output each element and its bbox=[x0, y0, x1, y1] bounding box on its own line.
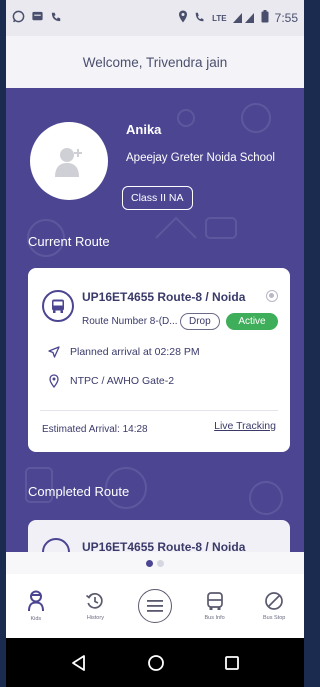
bottom-navigation: Kids History Bus Info Bus Stop bbox=[6, 574, 304, 638]
status-bar: LTE 7:55 bbox=[6, 0, 304, 36]
system-navigation-bar bbox=[6, 638, 304, 687]
clock: 7:55 bbox=[274, 11, 298, 25]
recents-icon[interactable] bbox=[224, 655, 240, 671]
signal-icon bbox=[232, 11, 255, 26]
page-dot-active[interactable] bbox=[146, 559, 153, 567]
nav-kids[interactable]: Kids bbox=[7, 574, 65, 638]
nav-label: Kids bbox=[30, 616, 42, 622]
status-badge: Active bbox=[226, 313, 278, 330]
class-badge[interactable]: Class II NA bbox=[122, 186, 193, 210]
stop-row: NTPC / AWHO Gate-2 bbox=[48, 374, 174, 388]
stop-name: NTPC / AWHO Gate-2 bbox=[70, 375, 175, 387]
planned-arrival-row: Planned arrival at 02:28 PM bbox=[48, 346, 200, 358]
menu-icon bbox=[137, 589, 172, 623]
student-name: Anika bbox=[126, 122, 162, 137]
history-icon bbox=[86, 593, 104, 609]
current-route-title: Current Route bbox=[28, 234, 110, 249]
page-indicator bbox=[6, 552, 304, 574]
volte-icon bbox=[194, 11, 206, 26]
nav-label: History bbox=[86, 615, 104, 621]
planned-arrival: Planned arrival at 02:28 PM bbox=[70, 346, 200, 358]
add-user-icon bbox=[55, 148, 82, 177]
nav-bus-info[interactable]: Bus Info bbox=[186, 574, 244, 638]
route-title: UP16ET4655 Route-8 / Noida bbox=[82, 290, 246, 304]
location-icon bbox=[178, 10, 188, 26]
location-pin-icon bbox=[49, 374, 59, 388]
bus-icon bbox=[42, 290, 74, 322]
radio-icon[interactable] bbox=[266, 290, 278, 302]
current-route-card[interactable]: UP16ET4655 Route-8 / Noida Route Number … bbox=[28, 268, 290, 452]
nav-bus-stop[interactable]: Bus Stop bbox=[245, 574, 303, 638]
school-name: Apeejay Greter Noida School bbox=[126, 152, 275, 164]
network-type: LTE bbox=[212, 13, 227, 23]
home-icon[interactable] bbox=[147, 654, 165, 672]
whatsapp-icon bbox=[12, 10, 25, 26]
navigation-icon bbox=[48, 346, 60, 358]
bus-icon bbox=[42, 538, 70, 552]
message-icon bbox=[31, 10, 44, 26]
route-number: Route Number 8-(D... bbox=[82, 316, 178, 327]
block-icon bbox=[265, 592, 284, 610]
completed-route-name: UP16ET4655 Route-8 / Noida bbox=[82, 540, 246, 552]
live-tracking-link[interactable]: Live Tracking bbox=[214, 420, 276, 432]
trip-type-badge: Drop bbox=[180, 313, 220, 330]
welcome-text: Welcome, Trivendra jain bbox=[82, 54, 228, 70]
nav-label: Bus Stop bbox=[263, 615, 286, 621]
completed-route-card[interactable]: UP16ET4655 Route-8 / Noida bbox=[28, 520, 290, 552]
app-screen: LTE 7:55 Welcome, Trivendra jain Anika A… bbox=[6, 0, 304, 687]
nav-history[interactable]: History bbox=[66, 574, 124, 638]
main-content[interactable]: Anika Apeejay Greter Noida School Class … bbox=[6, 88, 304, 552]
missed-call-icon bbox=[50, 10, 63, 26]
estimated-arrival: Estimated Arrival: 14:28 bbox=[42, 424, 148, 435]
card-divider bbox=[40, 410, 278, 411]
page-dot[interactable] bbox=[157, 559, 164, 567]
student-avatar[interactable] bbox=[30, 122, 108, 200]
welcome-header: Welcome, Trivendra jain bbox=[6, 36, 304, 88]
back-icon[interactable] bbox=[70, 654, 88, 672]
battery-icon bbox=[261, 10, 269, 26]
bus-icon bbox=[206, 592, 223, 610]
completed-route-title: Completed Route bbox=[28, 484, 130, 499]
nav-menu[interactable] bbox=[126, 574, 184, 638]
kid-icon bbox=[27, 590, 44, 612]
nav-label: Bus Info bbox=[204, 615, 225, 621]
